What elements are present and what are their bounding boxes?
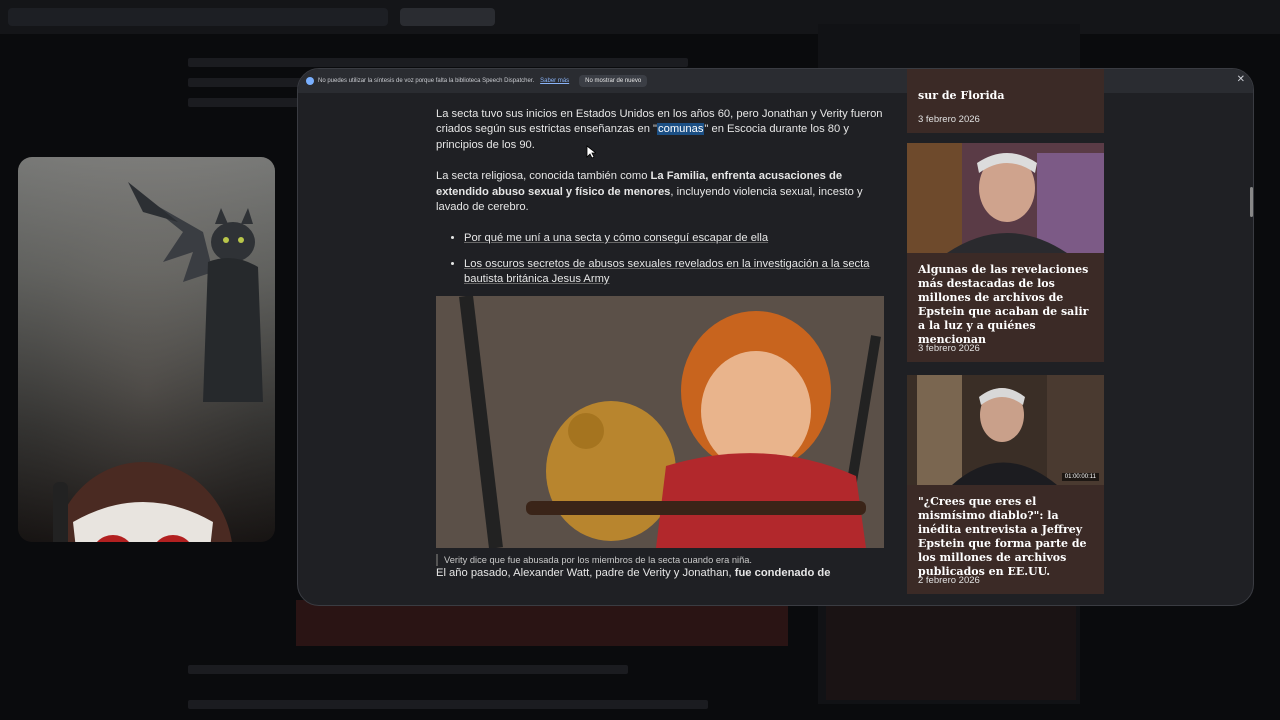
video-timecode: 01:00:00:11	[1061, 473, 1099, 481]
article-body: La secta tuvo sus inicios en Estados Uni…	[436, 107, 886, 597]
card-title-florida: sur de Florida	[918, 89, 1005, 102]
background-side-card	[826, 600, 1076, 700]
webcam-overlay	[18, 157, 275, 542]
card-thumbnail	[907, 143, 1104, 253]
card-title: "¿Crees que eres el mismísimo diablo?": …	[918, 495, 1087, 578]
background-browser-bar	[0, 0, 1280, 34]
article-popup-window: No puedes utilizar la síntesis de voz po…	[297, 68, 1254, 606]
dont-show-again-button[interactable]: No mostrar de nuevo	[579, 75, 648, 87]
close-icon[interactable]: ✕	[1237, 74, 1245, 85]
background-text-line	[188, 58, 688, 67]
article-content: La secta tuvo sus inicios en Estados Uni…	[298, 69, 1253, 605]
speech-dispatcher-infobar: No puedes utilizar la síntesis de voz po…	[298, 69, 1253, 93]
scrollbar-thumb[interactable]	[1250, 187, 1253, 217]
card-date: 3 febrero 2026	[918, 343, 980, 354]
child-with-teddy-photo	[436, 295, 884, 548]
epstein-photo	[907, 143, 1104, 253]
face-mask	[53, 462, 232, 542]
card-video-thumbnail: 01:00:00:11	[907, 375, 1104, 485]
paragraph-2-text-a: La secta religiosa, conocida también com…	[436, 170, 651, 183]
paragraph-3-text: El año pasado, Alexander Watt, padre de …	[436, 566, 735, 579]
info-icon	[306, 77, 314, 85]
background-tab-button	[400, 8, 495, 26]
mouse-cursor-icon	[586, 145, 596, 159]
article-photo	[436, 295, 884, 548]
winged-cat-statue	[128, 182, 263, 402]
related-link-2[interactable]: Los oscuros secretos de abusos sexuales …	[464, 257, 886, 288]
card-date: 3 febrero 2026	[918, 114, 980, 125]
photo-caption: Verity dice que fue abusada por los miem…	[436, 553, 886, 566]
background-text-line	[188, 665, 628, 674]
related-card-epstein-files[interactable]: Algunas de las revelaciones más destacad…	[907, 143, 1104, 362]
related-link-1[interactable]: Por qué me uní a una secta y cómo conseg…	[464, 231, 886, 246]
card-title: Algunas de las revelaciones más destacad…	[918, 263, 1089, 346]
paragraph-1: La secta tuvo sus inicios en Estados Uni…	[436, 107, 886, 153]
related-card-florida[interactable]: sur de Florida 3 febrero 2026	[907, 69, 1104, 133]
interview-photo	[907, 375, 1104, 485]
card-date: 2 febrero 2026	[918, 575, 980, 586]
background-tab	[8, 8, 388, 26]
selected-word[interactable]: comunas	[657, 123, 705, 136]
paragraph-3-bold: fue condenado de	[734, 566, 831, 579]
related-card-epstein-interview[interactable]: 01:00:00:11 "¿Crees que eres el mismísim…	[907, 375, 1104, 594]
background-text-line	[188, 700, 708, 709]
background-photo	[296, 600, 788, 646]
paragraph-3: El año pasado, Alexander Watt, padre de …	[436, 566, 886, 581]
learn-more-link[interactable]: Saber más	[540, 78, 569, 84]
infobar-message: No puedes utilizar la síntesis de voz po…	[318, 78, 535, 84]
related-links-list: Por qué me uní a una secta y cómo conseg…	[436, 231, 886, 287]
paragraph-2: La secta religiosa, conocida también com…	[436, 169, 886, 215]
